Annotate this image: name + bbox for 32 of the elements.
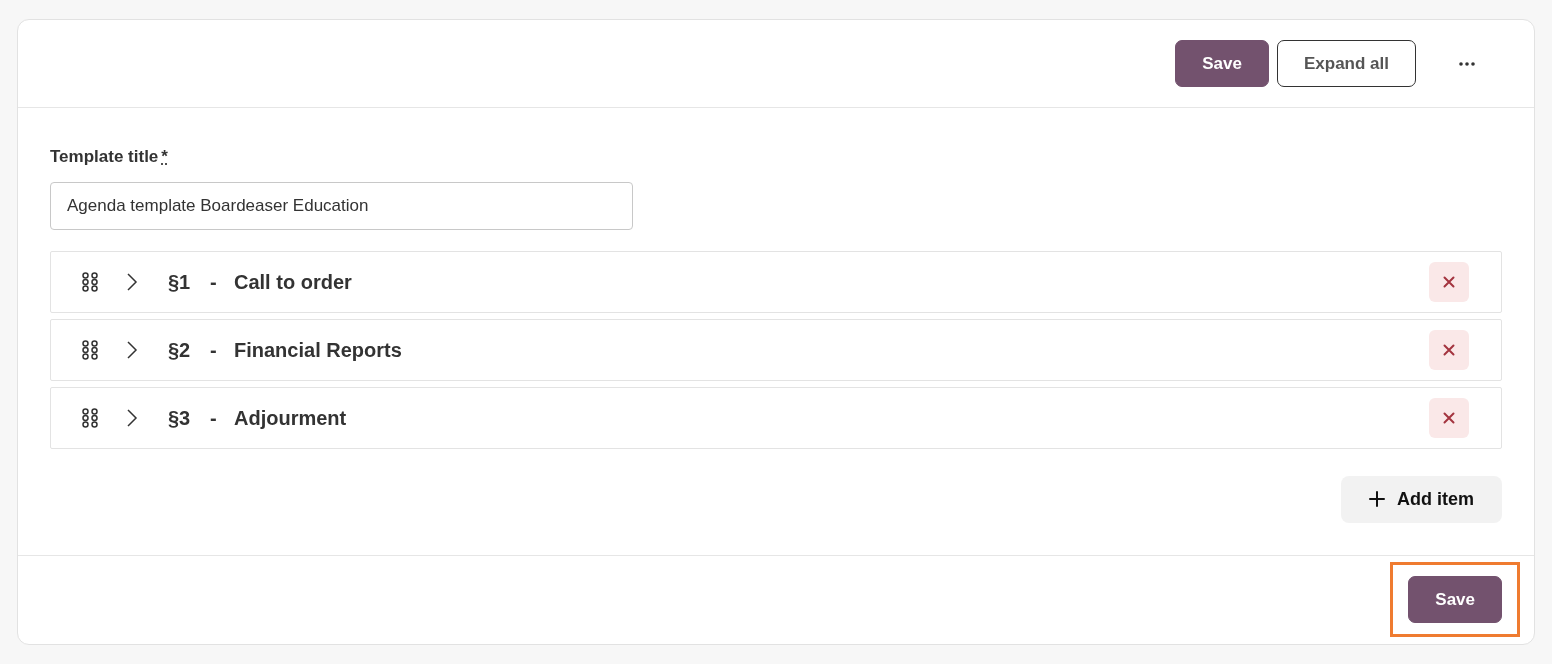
more-icon <box>1459 61 1475 66</box>
drag-handle-icon <box>82 339 98 360</box>
field-label: Template title * <box>50 146 168 169</box>
item-number: §1 <box>168 269 192 295</box>
item-title: Call to order <box>234 269 353 295</box>
expand-all-button[interactable]: Expand all <box>1276 40 1416 88</box>
save-button[interactable]: Save <box>1175 40 1269 88</box>
chevron-icon[interactable] <box>126 407 138 428</box>
item-separator: - <box>210 269 218 295</box>
delete-button[interactable] <box>1429 329 1469 370</box>
item-separator: - <box>210 405 218 431</box>
title-input[interactable]: Agenda template Boardeaser Education <box>50 181 633 230</box>
delete-button[interactable] <box>1429 261 1469 302</box>
close-icon <box>1443 275 1455 288</box>
save-button[interactable]: Save <box>1408 576 1502 624</box>
close-icon <box>1443 411 1455 424</box>
plus-icon <box>1369 491 1385 508</box>
chevron-icon[interactable] <box>126 339 138 360</box>
item-title: Financial Reports <box>234 337 403 363</box>
item-separator: - <box>210 337 218 363</box>
close-icon <box>1443 343 1455 356</box>
chevron-icon[interactable] <box>126 271 138 292</box>
drag-handle-icon <box>82 407 98 428</box>
agenda-item-row[interactable]: §3 - Adjourment <box>50 386 1502 449</box>
drag-handle-icon <box>82 271 98 292</box>
agenda-item-row[interactable]: §2 - Financial Reports <box>50 318 1502 381</box>
item-title: Adjourment <box>234 405 348 431</box>
delete-button[interactable] <box>1429 397 1469 438</box>
agenda-item-row[interactable]: §1 - Call to order <box>50 250 1502 313</box>
add-item-button[interactable]: Add item <box>1341 475 1502 523</box>
item-number: §3 <box>168 405 192 431</box>
item-number: §2 <box>168 337 192 363</box>
